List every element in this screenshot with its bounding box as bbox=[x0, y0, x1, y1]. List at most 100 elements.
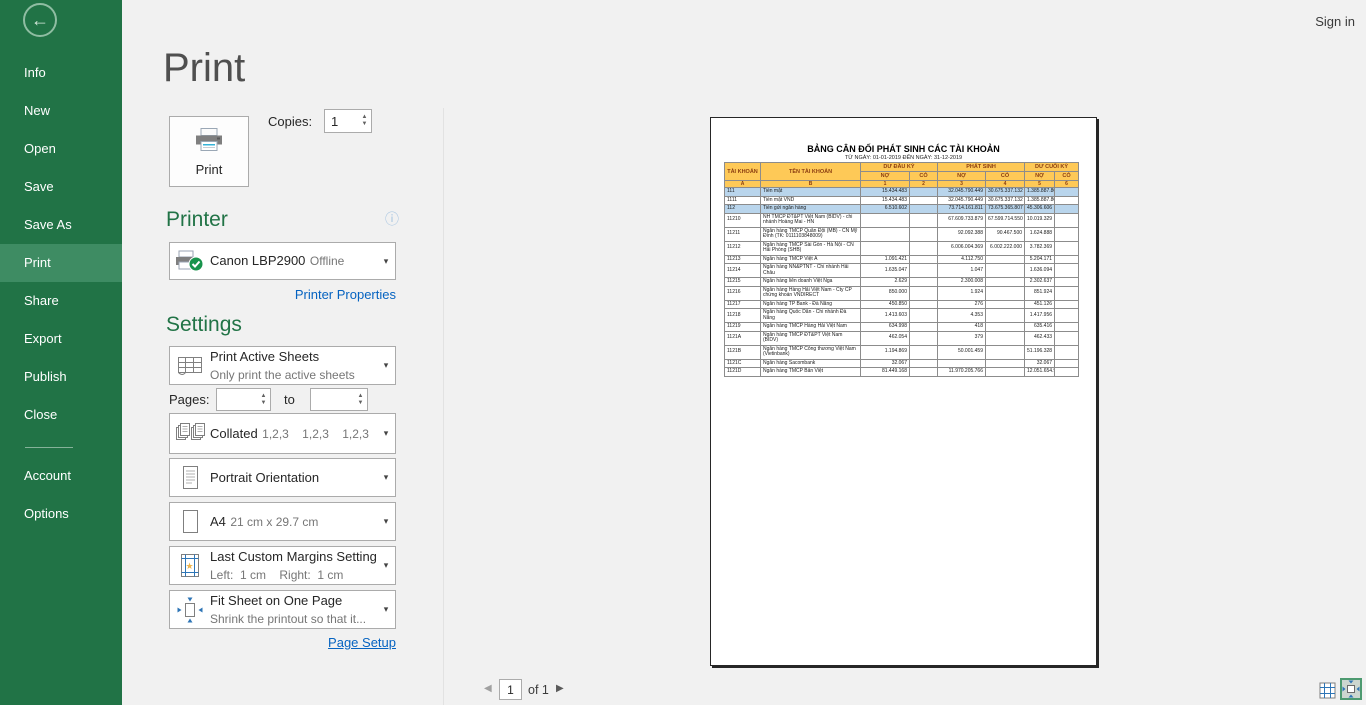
printer-status-icon bbox=[170, 250, 210, 272]
sub-header: CÓ bbox=[1054, 171, 1080, 181]
sidebar-item-print[interactable]: Print bbox=[0, 244, 122, 282]
pages-to-input[interactable] bbox=[311, 389, 354, 410]
zoom-to-page-button[interactable] bbox=[1340, 678, 1362, 700]
page-title: Print bbox=[163, 46, 246, 90]
sidebar-item-info[interactable]: Info bbox=[0, 54, 122, 92]
backstage-sidebar: ← Info New Open Save Save As Print Share Export… bbox=[0, 0, 122, 705]
back-arrow-icon: ← bbox=[31, 9, 49, 30]
col-header-opening: DƯ ĐẦU KỲ bbox=[860, 162, 938, 172]
copies-label: Copies: bbox=[268, 114, 313, 129]
account-row-11213: 11213 Ngân hàng TMCP Việt Á 1.091.421 4.112… bbox=[724, 254, 1080, 264]
account-row-1121A: 1121A Ngân hàng TMCP ĐT&PT Việt Nam (BIDV… bbox=[724, 330, 1080, 346]
account-row-1111: 1111 Tiền mặt VND 15.434.483 32.045.790.449… bbox=[724, 195, 1080, 205]
preview-table-body: 111 Tiền mặt 15.434.483 32.045.790.449 30.67… bbox=[724, 187, 1080, 377]
show-margins-button[interactable] bbox=[1319, 682, 1336, 699]
collation-selector[interactable]: Collated 1,2,3 1,2,3 1,2,3 ▾ bbox=[169, 413, 396, 454]
paper-size-label: A4 bbox=[210, 513, 226, 529]
info-icon[interactable]: ⓘ bbox=[385, 209, 399, 229]
next-page-icon[interactable]: ▶ bbox=[556, 683, 564, 694]
paper-size-icon bbox=[170, 509, 210, 535]
page-setup-link[interactable]: Page Setup bbox=[169, 635, 396, 650]
sidebar-item-save[interactable]: Save bbox=[0, 168, 122, 206]
chevron-down-icon: ▾ bbox=[383, 604, 389, 614]
current-page-input[interactable] bbox=[499, 679, 522, 700]
backstage-sidebar-nav: Info New Open Save Save As Print Share Export Pu… bbox=[0, 54, 122, 434]
sidebar-item-new[interactable]: New bbox=[0, 92, 122, 130]
pages-from-stepper[interactable]: ▲ ▼ bbox=[216, 388, 271, 411]
account-row-11217: 11217 Ngân hàng TP Bank - Đà Nẵng 450.850 2… bbox=[724, 299, 1080, 309]
chevron-down-icon: ▾ bbox=[383, 472, 389, 482]
col-header-account: TÀI KHOẢN bbox=[724, 162, 761, 181]
letter-header: 5 bbox=[1024, 180, 1056, 188]
settings-heading: Settings bbox=[166, 313, 242, 336]
print-button[interactable]: Print bbox=[169, 116, 249, 187]
margins-sub: Left: 1 cm Right: 1 cm bbox=[210, 567, 344, 582]
account-row-11215: 11215 Ngân hàng liên doanh Việt Nga 2.629 2… bbox=[724, 277, 1080, 287]
account-row-112: 112 Tiền gửi ngân hàng 6.510.602 73.714.161… bbox=[724, 204, 1080, 214]
scaling-selector[interactable]: Fit Sheet on One Page Shrink the printou… bbox=[169, 590, 396, 629]
margins-selector[interactable]: ★ Last Custom Margins Setting Left: 1 cm… bbox=[169, 546, 396, 585]
account-row-111: 111 Tiền mặt 15.434.483 32.045.790.449 30.67… bbox=[724, 187, 1080, 197]
sidebar-item-save-as[interactable]: Save As bbox=[0, 206, 122, 244]
col-header-period: PHÁT SINH bbox=[936, 162, 1026, 172]
account-row-11210: 11210 NH TMCP ĐT&PT Việt Nam (BIDV) - chi… bbox=[724, 212, 1080, 228]
preview-report-subtitle: TỪ NGÀY: 01-01-2019 ĐẾN NGÀY: 31-12-2019 bbox=[844, 155, 963, 161]
printer-selector[interactable]: Canon LBP2900 Offline ▾ bbox=[169, 242, 396, 280]
preview-table: TÀI KHOẢN TÊN TÀI KHOẢN DƯ ĐẦU KỲ PHÁT S… bbox=[724, 162, 1080, 377]
sidebar-item-open[interactable]: Open bbox=[0, 130, 122, 168]
account-row-11214: 11214 Ngân hàng NN&PTNT - Chi nhánh Hải C… bbox=[724, 263, 1080, 278]
orientation-selector[interactable]: Portrait Orientation ▾ bbox=[169, 458, 396, 497]
print-what-label: Print Active Sheets bbox=[210, 348, 320, 364]
account-row-11211: 11211 Ngân hàng TMCP Quân Đội (MB) - CN M… bbox=[724, 226, 1080, 242]
print-button-label: Print bbox=[195, 161, 223, 177]
pages-from-input[interactable] bbox=[217, 389, 257, 410]
sidebar-divider bbox=[25, 447, 73, 448]
spin-down-icon[interactable]: ▼ bbox=[261, 400, 267, 407]
printer-status: Offline bbox=[309, 254, 345, 268]
account-row-11212: 11212 Ngân hàng TMCP Sài Gòn - Hà Nội - C… bbox=[724, 240, 1080, 256]
col-header-name: TÊN TÀI KHOẢN bbox=[760, 162, 861, 181]
sub-header: NỢ bbox=[1024, 171, 1056, 181]
spin-down-icon[interactable]: ▼ bbox=[362, 121, 368, 128]
paper-size-selector[interactable]: A4 21 cm x 29.7 cm ▾ bbox=[169, 502, 396, 541]
back-button[interactable]: ← bbox=[23, 3, 57, 37]
sidebar-item-close[interactable]: Close bbox=[0, 396, 122, 434]
sign-in-link[interactable]: Sign in bbox=[1315, 14, 1355, 29]
spin-down-icon[interactable]: ▼ bbox=[358, 400, 364, 407]
preview-report-title: BẢNG CÂN ĐỐI PHÁT SINH CÁC TÀI KHOẢN bbox=[807, 144, 1000, 154]
pages-to-stepper[interactable]: ▲ ▼ bbox=[310, 388, 368, 411]
show-margins-icon bbox=[1319, 682, 1336, 699]
letter-header: B bbox=[760, 180, 861, 188]
sidebar-item-share[interactable]: Share bbox=[0, 282, 122, 320]
letter-header: 6 bbox=[1054, 180, 1080, 188]
svg-text:★: ★ bbox=[186, 561, 194, 571]
account-row-11216: 11216 Ngân hàng Hàng Hải Việt Nam - Cty C… bbox=[724, 285, 1080, 301]
copies-stepper[interactable]: ▲ ▼ bbox=[324, 109, 372, 133]
account-row-11218: 11218 Ngân hàng Quốc Dân - Chi nhánh Đà N… bbox=[724, 308, 1080, 323]
sub-header: NỢ bbox=[937, 171, 986, 181]
copies-input[interactable] bbox=[325, 110, 358, 132]
spin-up-icon[interactable]: ▲ bbox=[261, 393, 267, 400]
sidebar-item-export[interactable]: Export bbox=[0, 320, 122, 358]
portrait-page-icon bbox=[170, 465, 210, 491]
page-count-label: of 1 bbox=[528, 683, 549, 697]
print-what-selector[interactable]: Print Active Sheets Only print the activ… bbox=[169, 346, 396, 385]
pages-label: Pages: bbox=[169, 392, 210, 407]
sidebar-item-publish[interactable]: Publish bbox=[0, 358, 122, 396]
excel-print-backstage: { "chrome": { "sign_in": "Sign in" }, "i… bbox=[0, 0, 1366, 705]
printer-properties-link[interactable]: Printer Properties bbox=[169, 287, 396, 302]
previous-page-icon[interactable]: ◀ bbox=[484, 683, 492, 694]
zoom-to-page-icon bbox=[1342, 680, 1360, 698]
chevron-down-icon: ▾ bbox=[383, 360, 389, 370]
chevron-down-icon: ▾ bbox=[383, 560, 389, 570]
fit-sheet-icon bbox=[170, 597, 210, 623]
collation-sub: 1,2,3 1,2,3 1,2,3 bbox=[262, 426, 369, 441]
account-row-11219: 11219 Ngân hàng TMCP Hàng Hải Việt Nam 634… bbox=[724, 322, 1080, 332]
col-header-closing: DƯ CUỐI KỲ bbox=[1024, 162, 1080, 172]
spin-up-icon[interactable]: ▲ bbox=[358, 393, 364, 400]
sidebar-item-account[interactable]: Account bbox=[0, 457, 122, 495]
letter-header: 3 bbox=[937, 180, 986, 188]
spin-up-icon[interactable]: ▲ bbox=[362, 114, 368, 121]
printer-icon bbox=[192, 127, 226, 157]
sidebar-item-options[interactable]: Options bbox=[0, 495, 122, 533]
